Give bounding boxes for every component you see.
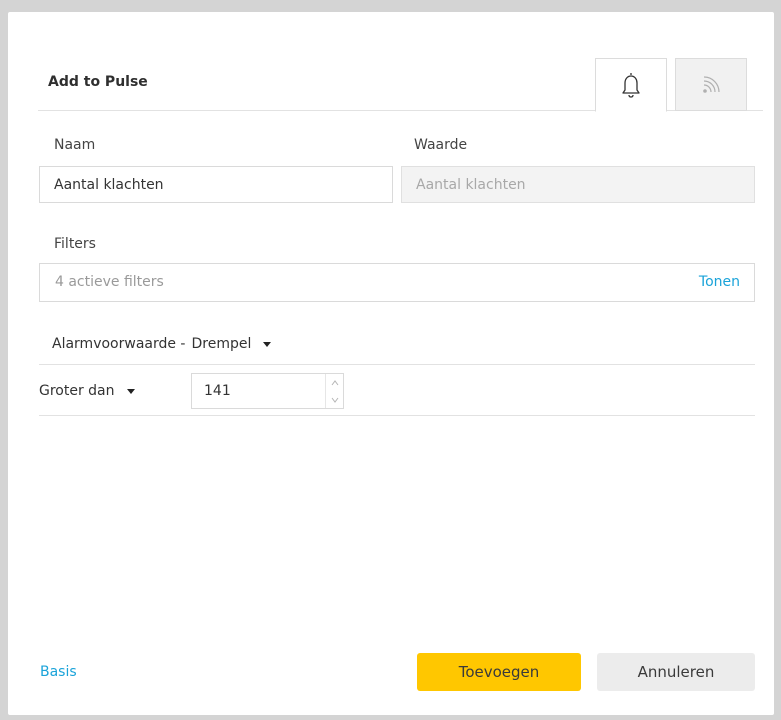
- filters-summary: 4 actieve filters: [55, 274, 164, 290]
- rss-feed-icon: [703, 75, 720, 93]
- filters-box: 4 actieve filters Tonen: [39, 263, 755, 302]
- condition-operator-dropdown[interactable]: Groter dan: [39, 383, 135, 399]
- dialog-header: Add to Pulse: [38, 48, 763, 112]
- tab-alert[interactable]: [595, 58, 667, 112]
- alarm-condition-row: Alarmvoorwaarde - Drempel: [52, 336, 272, 352]
- value-label: Waarde: [414, 137, 468, 153]
- threshold-value[interactable]: 141: [192, 383, 325, 399]
- name-label: Naam: [54, 137, 96, 153]
- value-field: Aantal klachten: [401, 166, 755, 203]
- bell-icon: [622, 72, 640, 98]
- basis-link[interactable]: Basis: [40, 664, 77, 680]
- divider: [39, 415, 755, 416]
- number-spinner: [325, 374, 343, 408]
- cancel-button[interactable]: Annuleren: [597, 653, 755, 691]
- alarm-type-value: Drempel: [191, 336, 252, 352]
- decrement-button[interactable]: [326, 391, 343, 408]
- chevron-down-icon: [263, 341, 272, 347]
- increment-button[interactable]: [326, 374, 343, 391]
- name-field[interactable]: Aantal klachten: [39, 166, 393, 203]
- tab-feed[interactable]: [675, 58, 747, 111]
- alarm-label: Alarmvoorwaarde -: [52, 336, 186, 352]
- chevron-up-icon: [331, 379, 338, 385]
- chevron-down-icon: [331, 397, 338, 403]
- divider: [39, 364, 755, 365]
- show-filters-link[interactable]: Tonen: [699, 274, 740, 290]
- chevron-down-icon: [126, 388, 135, 394]
- add-button[interactable]: Toevoegen: [417, 653, 581, 691]
- dialog-title: Add to Pulse: [48, 74, 148, 90]
- condition-operator-value: Groter dan: [39, 383, 115, 399]
- filters-label: Filters: [54, 236, 96, 252]
- alarm-type-dropdown[interactable]: Drempel: [192, 336, 272, 352]
- threshold-number-input[interactable]: 141: [191, 373, 344, 409]
